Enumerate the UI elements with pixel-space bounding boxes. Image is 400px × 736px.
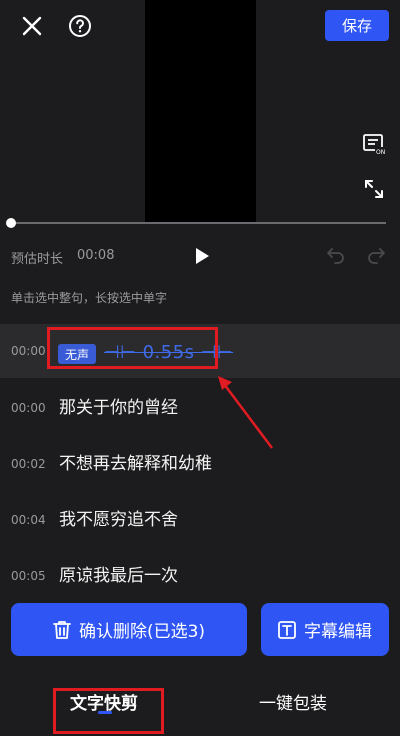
svg-text:ON: ON bbox=[376, 149, 385, 156]
row-time: 00:00 bbox=[11, 401, 46, 415]
sentence-row[interactable]: 00:04 我不愿穷追不舍 bbox=[0, 493, 400, 547]
tab-highlight-box bbox=[53, 688, 164, 734]
close-icon[interactable] bbox=[18, 12, 46, 40]
progress-knob[interactable] bbox=[6, 218, 16, 228]
highlight-box bbox=[47, 327, 218, 369]
progress-track[interactable] bbox=[10, 222, 386, 224]
sentence-row[interactable]: 00:05 原谅我最后一次 bbox=[0, 549, 400, 603]
confirm-delete-button[interactable]: 确认删除(已选3) bbox=[11, 603, 247, 656]
estimate-label: 预估时长 bbox=[11, 252, 64, 267]
tab-one-click-pack[interactable]: 一键包装 bbox=[259, 686, 327, 722]
selection-hint: 单击选中整句，长按选中单字 bbox=[11, 291, 168, 305]
confirm-delete-label: 确认删除(已选3) bbox=[78, 622, 206, 642]
redo-icon[interactable] bbox=[364, 244, 388, 268]
row-time: 00:02 bbox=[11, 457, 46, 471]
row-text: 那关于你的曾经 bbox=[59, 398, 178, 418]
row-time: 00:04 bbox=[11, 513, 46, 527]
fullscreen-icon[interactable] bbox=[360, 175, 388, 203]
row-text: 原谅我最后一次 bbox=[59, 566, 178, 586]
text-edit-icon bbox=[278, 620, 296, 639]
subtitle-toggle-icon[interactable]: ON bbox=[360, 130, 388, 158]
row-text: 不想再去解释和幼稚 bbox=[59, 454, 212, 474]
sentence-row[interactable]: 00:00 那关于你的曾经 bbox=[0, 381, 400, 435]
row-time: 00:00 bbox=[11, 344, 46, 358]
estimate-value: 00:08 bbox=[77, 248, 115, 263]
trash-icon bbox=[53, 620, 71, 639]
subtitle-edit-label: 字幕编辑 bbox=[304, 622, 372, 642]
row-text: 我不愿穷追不舍 bbox=[59, 510, 178, 530]
sentence-row[interactable]: 00:02 不想再去解释和幼稚 bbox=[0, 437, 400, 491]
subtitle-edit-button[interactable]: 字幕编辑 bbox=[261, 603, 389, 656]
video-preview[interactable] bbox=[145, 0, 256, 222]
undo-icon[interactable] bbox=[324, 244, 348, 268]
help-icon[interactable] bbox=[66, 12, 94, 40]
play-icon[interactable] bbox=[190, 244, 214, 268]
save-button[interactable]: 保存 bbox=[325, 10, 389, 41]
row-time: 00:05 bbox=[11, 569, 46, 583]
